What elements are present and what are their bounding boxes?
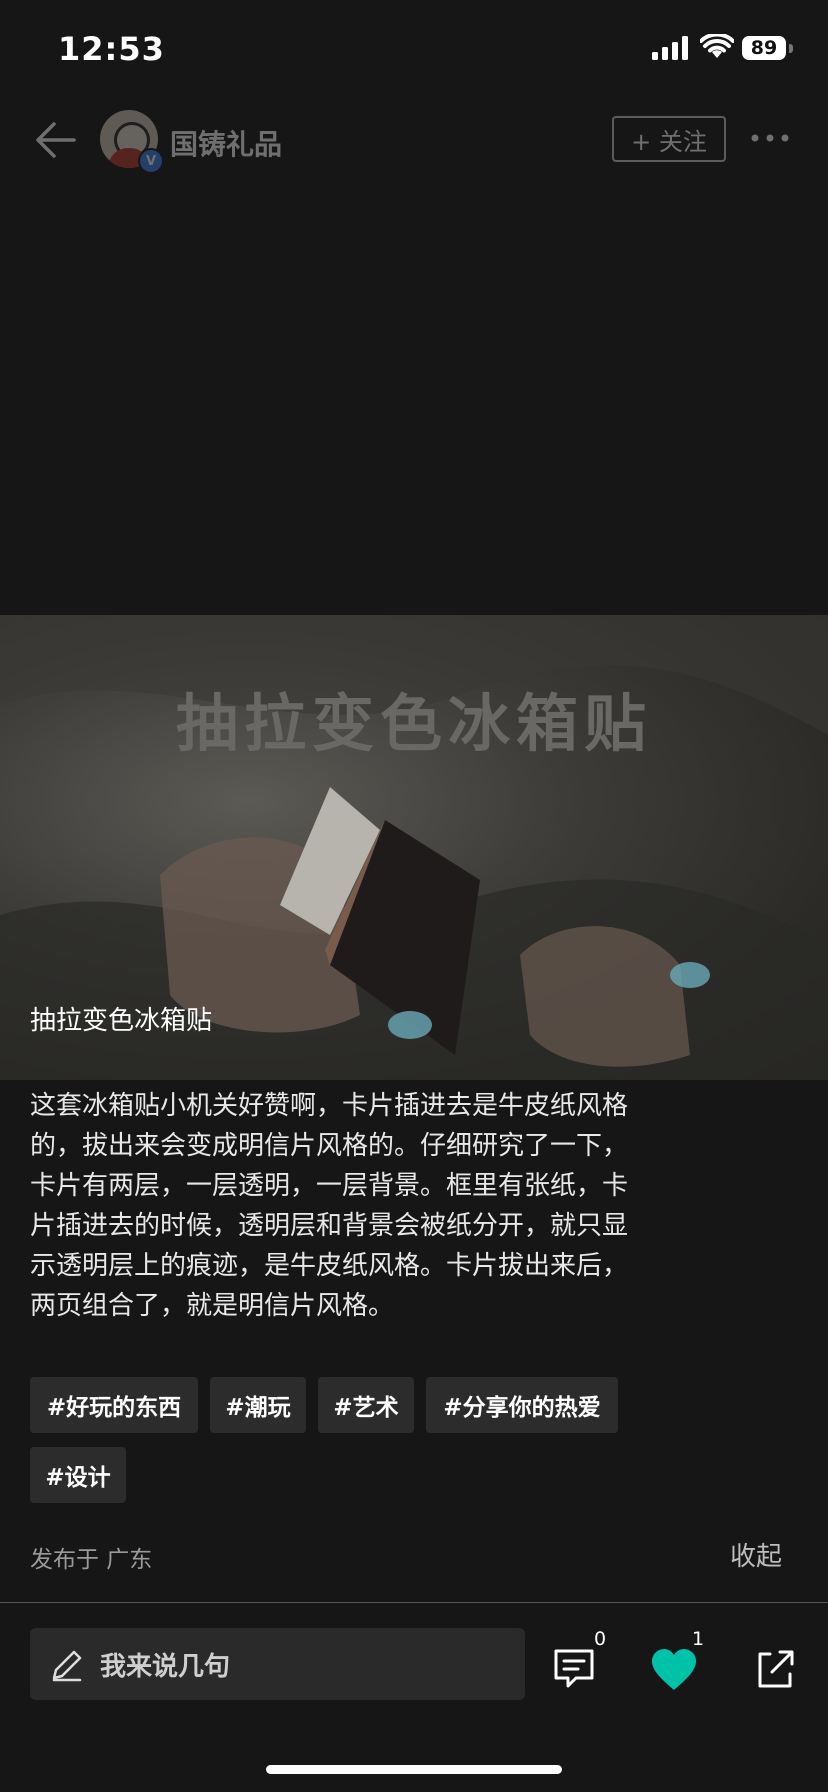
comment-input[interactable]: 我来说几句 [30,1628,525,1700]
share-icon[interactable] [754,1648,796,1690]
more-options-icon[interactable] [750,130,790,146]
post-image[interactable]: 抽拉变色冰箱贴 抽拉变色冰箱贴 [0,615,828,1080]
wifi-icon [700,34,734,58]
home-indicator [266,1765,562,1774]
battery-icon: 89 [742,36,786,60]
pen-icon [52,1650,82,1682]
back-arrow-icon[interactable] [34,118,78,162]
like-count: 1 [692,1628,705,1650]
verified-badge-icon: V [138,148,164,174]
comment-placeholder: 我来说几句 [100,1652,231,1682]
tag-yishu[interactable]: #艺术 [318,1377,414,1433]
comment-icon[interactable] [552,1646,596,1690]
tag-haowan[interactable]: #好玩的东西 [30,1377,198,1433]
tag-sheji[interactable]: #设计 [30,1447,126,1503]
divider [0,1602,828,1603]
follow-button[interactable]: + 关注 [612,116,726,162]
comment-count: 0 [594,1628,607,1650]
cellular-signal-icon [652,36,688,60]
heart-icon[interactable] [650,1648,698,1692]
image-title-overlay: 抽拉变色冰箱贴 [175,687,652,760]
post-description: 这套冰箱贴小机关好赞啊，卡片插进去是牛皮纸风格的，拔出来会变成明信片风格的。仔细… [30,1091,629,1321]
account-name[interactable]: 国铸礼品 [170,123,282,163]
battery-tip [789,44,793,53]
image-caption: 抽拉变色冰箱贴 [30,1006,213,1036]
tag-chaowan[interactable]: #潮玩 [210,1377,306,1433]
collapse-button[interactable]: 收起 [730,1536,782,1573]
status-time: 12:53 [58,30,165,68]
tag-fenxiang[interactable]: #分享你的热爱 [426,1377,618,1433]
publish-location: 发布于 广东 [30,1547,153,1573]
